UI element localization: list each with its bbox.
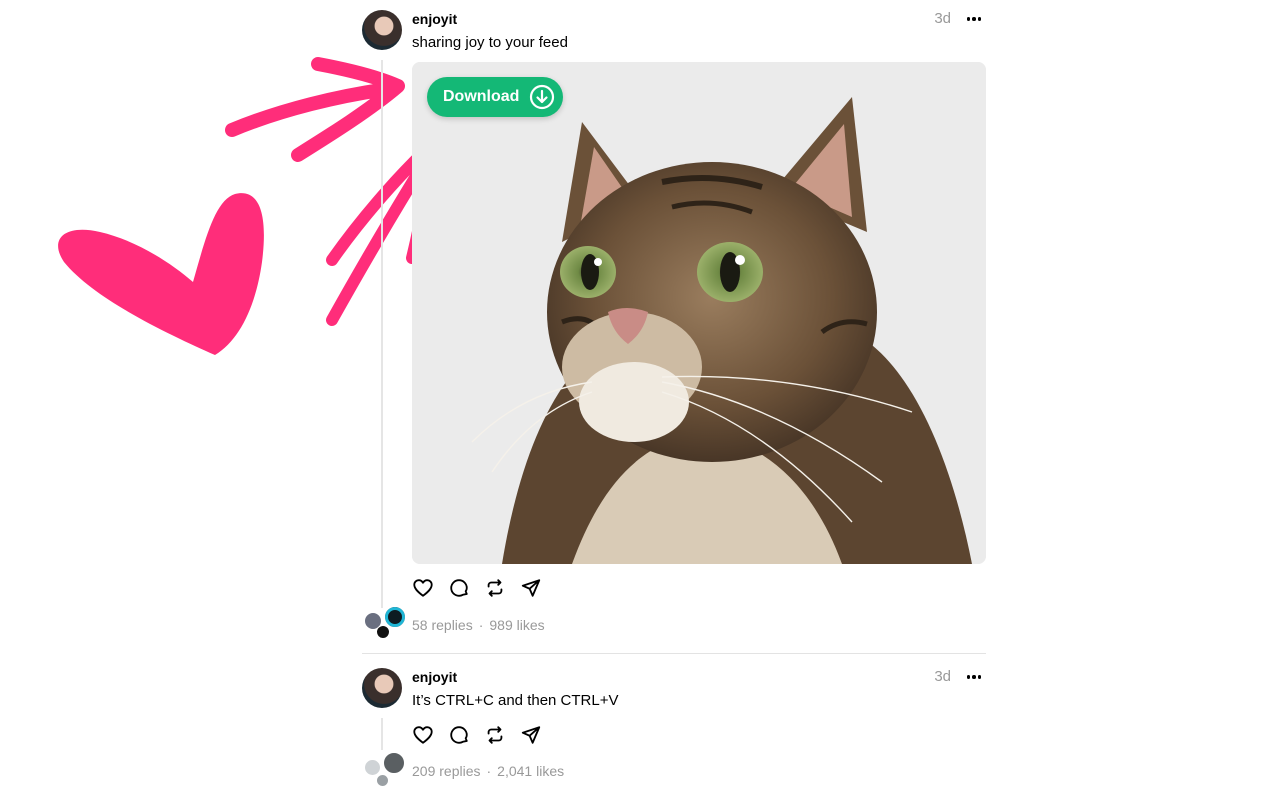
- cat-photo: [412, 62, 986, 564]
- comment-icon[interactable]: [448, 577, 470, 599]
- more-options-button[interactable]: [962, 10, 986, 28]
- username[interactable]: enjoyit: [412, 10, 457, 28]
- post-text: It’s CTRL+C and then CTRL+V: [412, 692, 619, 709]
- share-icon[interactable]: [520, 724, 542, 746]
- avatar[interactable]: [362, 668, 402, 708]
- post-actions: [412, 577, 542, 599]
- separator: ·: [478, 617, 484, 633]
- avatar[interactable]: [362, 10, 402, 50]
- heart-icon[interactable]: [412, 577, 434, 599]
- username[interactable]: enjoyit: [412, 668, 457, 686]
- thread-line: [381, 718, 383, 750]
- post-time: 3d: [934, 668, 951, 685]
- post-stats: 58 replies · 989 likes: [412, 616, 545, 634]
- dot: [972, 17, 976, 21]
- mini-avatar: [376, 625, 390, 639]
- download-icon: [530, 84, 555, 110]
- dot: [966, 17, 971, 21]
- pink-heart-drawing: [58, 193, 264, 355]
- post-divider: [362, 653, 986, 654]
- thread-line: [381, 60, 383, 608]
- repost-icon[interactable]: [484, 577, 506, 599]
- post-image[interactable]: Download: [412, 62, 986, 564]
- comment-icon[interactable]: [448, 724, 470, 746]
- dot: [972, 675, 976, 679]
- likes-count[interactable]: 989 likes: [489, 617, 544, 633]
- dot: [977, 17, 982, 21]
- post-actions: [412, 724, 542, 746]
- post-text: sharing joy to your feed: [412, 34, 568, 51]
- post-time: 3d: [934, 10, 951, 27]
- post: enjoyit 3d sharing joy to your feed Down…: [362, 10, 986, 640]
- replies-count[interactable]: 58 replies: [412, 617, 473, 633]
- heart-icon[interactable]: [412, 724, 434, 746]
- reply-avatars: [362, 606, 406, 639]
- post: enjoyit 3d It’s CTRL+C and then CTRL+V 2…: [362, 668, 986, 800]
- mini-avatar: [376, 774, 389, 787]
- download-button[interactable]: Download: [427, 77, 564, 117]
- reply-avatars: [362, 752, 405, 787]
- mini-avatar: [364, 759, 381, 776]
- repost-icon[interactable]: [484, 724, 506, 746]
- mini-avatar: [383, 752, 405, 774]
- separator: ·: [486, 763, 492, 779]
- download-label: Download: [443, 88, 520, 105]
- post-stats: 209 replies · 2,041 likes: [412, 762, 564, 780]
- dot: [977, 675, 982, 679]
- replies-count[interactable]: 209 replies: [412, 763, 481, 779]
- share-icon[interactable]: [520, 577, 542, 599]
- dot: [966, 675, 971, 679]
- more-options-button[interactable]: [962, 668, 986, 686]
- mini-avatar: [384, 606, 406, 628]
- likes-count[interactable]: 2,041 likes: [497, 763, 564, 779]
